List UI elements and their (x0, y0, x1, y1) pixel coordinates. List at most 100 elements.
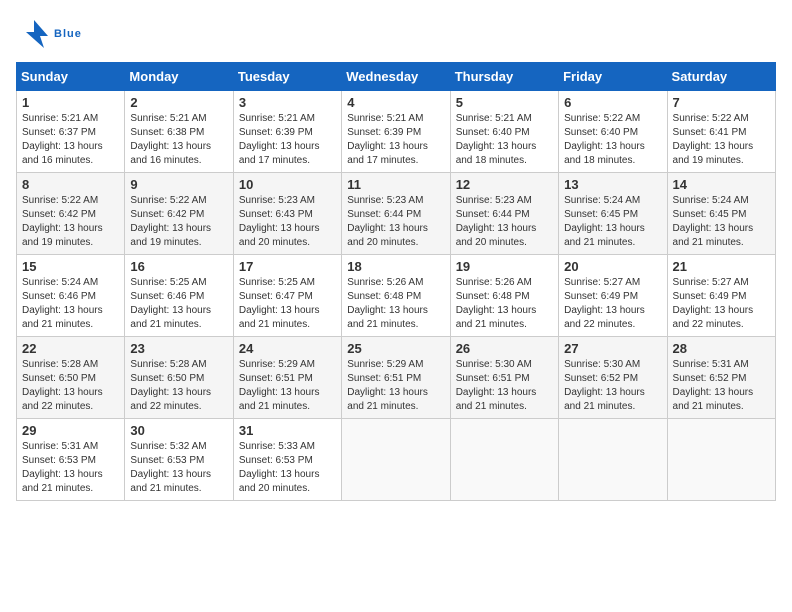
day-number: 27 (564, 341, 661, 356)
calendar-cell: 21 Sunrise: 5:27 AMSunset: 6:49 PMDayligh… (667, 255, 775, 337)
day-number: 24 (239, 341, 336, 356)
calendar-cell: 1 Sunrise: 5:21 AMSunset: 6:37 PMDaylight… (17, 91, 125, 173)
calendar-cell: 5 Sunrise: 5:21 AMSunset: 6:40 PMDaylight… (450, 91, 558, 173)
day-info: Sunrise: 5:24 AMSunset: 6:45 PMDaylight:… (673, 194, 770, 250)
logo-tagline: Blue (54, 28, 82, 40)
day-number: 17 (239, 259, 336, 274)
column-header-friday: Friday (559, 63, 667, 91)
day-info: Sunrise: 5:33 AMSunset: 6:53 PMDaylight:… (239, 440, 336, 496)
calendar-cell: 11Sunrise: 5:23 AMSunset: 6:44 PMDayligh… (342, 173, 450, 255)
day-number: 25 (347, 341, 444, 356)
calendar-cell: 4 Sunrise: 5:21 AMSunset: 6:39 PMDaylight… (342, 91, 450, 173)
column-header-tuesday: Tuesday (233, 63, 341, 91)
day-number: 10 (239, 177, 336, 192)
calendar-cell: 12Sunrise: 5:23 AMSunset: 6:44 PMDayligh… (450, 173, 558, 255)
column-header-monday: Monday (125, 63, 233, 91)
day-info: Sunrise: 5:26 AMSunset: 6:48 PMDaylight:… (347, 276, 444, 332)
day-info: Sunrise: 5:27 AMSunset: 6:49 PMDaylight:… (673, 276, 770, 332)
day-info: Sunrise: 5:31 AMSunset: 6:53 PMDaylight:… (22, 440, 119, 496)
calendar-table: SundayMondayTuesdayWednesdayThursdayFrid… (16, 62, 776, 501)
column-header-wednesday: Wednesday (342, 63, 450, 91)
column-header-saturday: Saturday (667, 63, 775, 91)
day-info: Sunrise: 5:27 AMSunset: 6:49 PMDaylight:… (564, 276, 661, 332)
calendar-cell: 17 Sunrise: 5:25 AMSunset: 6:47 PMDayligh… (233, 255, 341, 337)
calendar-cell (450, 419, 558, 501)
calendar-cell: 3Sunrise: 5:21 AMSunset: 6:39 PMDaylight… (233, 91, 341, 173)
calendar-cell: 18 Sunrise: 5:26 AMSunset: 6:48 PMDayligh… (342, 255, 450, 337)
day-number: 19 (456, 259, 553, 274)
calendar-cell: 30 Sunrise: 5:32 AMSunset: 6:53 PMDayligh… (125, 419, 233, 501)
day-info: Sunrise: 5:30 AMSunset: 6:51 PMDaylight:… (456, 358, 553, 414)
logo: Blue (16, 16, 82, 52)
calendar-week-4: 22Sunrise: 5:28 AMSunset: 6:50 PMDayligh… (17, 337, 776, 419)
calendar-week-3: 15 Sunrise: 5:24 AMSunset: 6:46 PMDayligh… (17, 255, 776, 337)
day-info: Sunrise: 5:21 AMSunset: 6:40 PMDaylight:… (456, 112, 553, 168)
day-info: Sunrise: 5:21 AMSunset: 6:39 PMDaylight:… (347, 112, 444, 168)
day-number: 22 (22, 341, 119, 356)
calendar-cell: 31 Sunrise: 5:33 AMSunset: 6:53 PMDayligh… (233, 419, 341, 501)
day-info: Sunrise: 5:21 AMSunset: 6:37 PMDaylight:… (22, 112, 119, 168)
calendar-header-row: SundayMondayTuesdayWednesdayThursdayFrid… (17, 63, 776, 91)
day-number: 6 (564, 95, 661, 110)
calendar-cell: 8 Sunrise: 5:22 AMSunset: 6:42 PMDaylight… (17, 173, 125, 255)
calendar-cell: 10 Sunrise: 5:23 AMSunset: 6:43 PMDayligh… (233, 173, 341, 255)
day-info: Sunrise: 5:21 AMSunset: 6:38 PMDaylight:… (130, 112, 227, 168)
calendar-cell (667, 419, 775, 501)
day-info: Sunrise: 5:26 AMSunset: 6:48 PMDaylight:… (456, 276, 553, 332)
calendar-cell: 6Sunrise: 5:22 AMSunset: 6:40 PMDaylight… (559, 91, 667, 173)
day-number: 21 (673, 259, 770, 274)
calendar-cell: 14 Sunrise: 5:24 AMSunset: 6:45 PMDayligh… (667, 173, 775, 255)
day-info: Sunrise: 5:29 AMSunset: 6:51 PMDaylight:… (239, 358, 336, 414)
calendar-week-5: 29 Sunrise: 5:31 AMSunset: 6:53 PMDayligh… (17, 419, 776, 501)
calendar-cell: 15 Sunrise: 5:24 AMSunset: 6:46 PMDayligh… (17, 255, 125, 337)
day-info: Sunrise: 5:24 AMSunset: 6:46 PMDaylight:… (22, 276, 119, 332)
column-header-thursday: Thursday (450, 63, 558, 91)
day-number: 23 (130, 341, 227, 356)
calendar-cell: 19 Sunrise: 5:26 AMSunset: 6:48 PMDayligh… (450, 255, 558, 337)
calendar-cell (559, 419, 667, 501)
day-info: Sunrise: 5:25 AMSunset: 6:46 PMDaylight:… (130, 276, 227, 332)
calendar-cell: 22Sunrise: 5:28 AMSunset: 6:50 PMDayligh… (17, 337, 125, 419)
day-number: 5 (456, 95, 553, 110)
day-info: Sunrise: 5:23 AMSunset: 6:43 PMDaylight:… (239, 194, 336, 250)
calendar-week-2: 8 Sunrise: 5:22 AMSunset: 6:42 PMDaylight… (17, 173, 776, 255)
day-number: 30 (130, 423, 227, 438)
calendar-cell: 7Sunrise: 5:22 AMSunset: 6:41 PMDaylight… (667, 91, 775, 173)
calendar-cell: 16Sunrise: 5:25 AMSunset: 6:46 PMDayligh… (125, 255, 233, 337)
calendar-cell: 28 Sunrise: 5:31 AMSunset: 6:52 PMDayligh… (667, 337, 775, 419)
day-number: 4 (347, 95, 444, 110)
day-number: 18 (347, 259, 444, 274)
calendar-cell: 23Sunrise: 5:28 AMSunset: 6:50 PMDayligh… (125, 337, 233, 419)
calendar-cell: 27Sunrise: 5:30 AMSunset: 6:52 PMDayligh… (559, 337, 667, 419)
calendar-cell: 20 Sunrise: 5:27 AMSunset: 6:49 PMDayligh… (559, 255, 667, 337)
day-number: 29 (22, 423, 119, 438)
day-number: 3 (239, 95, 336, 110)
day-number: 15 (22, 259, 119, 274)
day-number: 28 (673, 341, 770, 356)
calendar-cell (342, 419, 450, 501)
day-number: 20 (564, 259, 661, 274)
calendar-cell: 9 Sunrise: 5:22 AMSunset: 6:42 PMDaylight… (125, 173, 233, 255)
page-header: Blue (16, 16, 776, 52)
day-info: Sunrise: 5:32 AMSunset: 6:53 PMDaylight:… (130, 440, 227, 496)
day-number: 31 (239, 423, 336, 438)
day-info: Sunrise: 5:22 AMSunset: 6:42 PMDaylight:… (130, 194, 227, 250)
day-number: 1 (22, 95, 119, 110)
logo-icon (16, 16, 52, 52)
column-header-sunday: Sunday (17, 63, 125, 91)
calendar-cell: 13Sunrise: 5:24 AMSunset: 6:45 PMDayligh… (559, 173, 667, 255)
day-info: Sunrise: 5:31 AMSunset: 6:52 PMDaylight:… (673, 358, 770, 414)
day-number: 9 (130, 177, 227, 192)
calendar-cell: 2 Sunrise: 5:21 AMSunset: 6:38 PMDaylight… (125, 91, 233, 173)
day-info: Sunrise: 5:23 AMSunset: 6:44 PMDaylight:… (456, 194, 553, 250)
day-info: Sunrise: 5:25 AMSunset: 6:47 PMDaylight:… (239, 276, 336, 332)
day-info: Sunrise: 5:24 AMSunset: 6:45 PMDaylight:… (564, 194, 661, 250)
day-number: 14 (673, 177, 770, 192)
day-number: 8 (22, 177, 119, 192)
day-number: 2 (130, 95, 227, 110)
calendar-cell: 25 Sunrise: 5:29 AMSunset: 6:51 PMDayligh… (342, 337, 450, 419)
day-info: Sunrise: 5:22 AMSunset: 6:42 PMDaylight:… (22, 194, 119, 250)
day-number: 26 (456, 341, 553, 356)
day-info: Sunrise: 5:22 AMSunset: 6:41 PMDaylight:… (673, 112, 770, 168)
day-info: Sunrise: 5:29 AMSunset: 6:51 PMDaylight:… (347, 358, 444, 414)
